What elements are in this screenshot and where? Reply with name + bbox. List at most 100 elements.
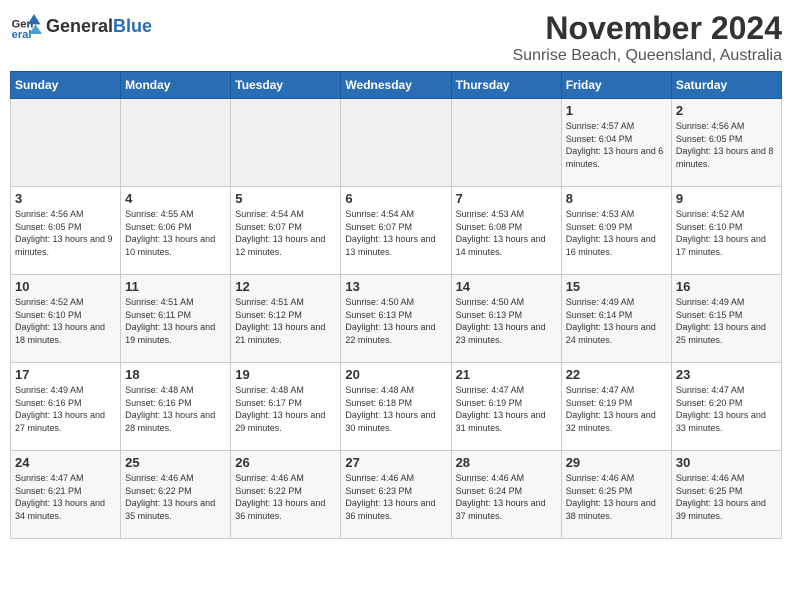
calendar-cell: 25Sunrise: 4:46 AMSunset: 6:22 PMDayligh… xyxy=(121,451,231,539)
info-line: Sunrise: 4:48 AM xyxy=(235,385,304,395)
calendar-cell: 21Sunrise: 4:47 AMSunset: 6:19 PMDayligh… xyxy=(451,363,561,451)
info-line: Daylight: 13 hours and 33 minutes. xyxy=(676,410,766,433)
info-line: Sunset: 6:16 PM xyxy=(125,398,192,408)
info-line: Sunrise: 4:53 AM xyxy=(566,209,635,219)
info-line: Sunrise: 4:46 AM xyxy=(235,473,304,483)
info-line: Sunrise: 4:54 AM xyxy=(235,209,304,219)
calendar-week-3: 10Sunrise: 4:52 AMSunset: 6:10 PMDayligh… xyxy=(11,275,782,363)
info-line: Daylight: 13 hours and 29 minutes. xyxy=(235,410,325,433)
info-line: Sunset: 6:20 PM xyxy=(676,398,743,408)
calendar-cell: 8Sunrise: 4:53 AMSunset: 6:09 PMDaylight… xyxy=(561,187,671,275)
day-number: 4 xyxy=(125,191,226,206)
info-line: Sunrise: 4:47 AM xyxy=(456,385,525,395)
day-number: 8 xyxy=(566,191,667,206)
info-line: Sunset: 6:12 PM xyxy=(235,310,302,320)
info-line: Sunset: 6:07 PM xyxy=(235,222,302,232)
info-line: Sunset: 6:06 PM xyxy=(125,222,192,232)
info-line: Sunset: 6:05 PM xyxy=(15,222,82,232)
info-line: Daylight: 13 hours and 19 minutes. xyxy=(125,322,215,345)
day-info: Sunrise: 4:47 AM Sunset: 6:21 PM Daylight:… xyxy=(15,472,116,522)
info-line: Sunset: 6:08 PM xyxy=(456,222,523,232)
day-info: Sunrise: 4:57 AMSunset: 6:04 PMDaylight:… xyxy=(566,120,667,170)
info-line: Sunrise: 4:49 AM xyxy=(15,385,84,395)
info-line: Sunset: 6:25 PM xyxy=(566,486,633,496)
info-line: Sunrise: 4:47 AM xyxy=(566,385,635,395)
info-line: Sunrise: 4:50 AM xyxy=(345,297,414,307)
info-line: Sunrise: 4:49 AM xyxy=(566,297,635,307)
info-line: Sunrise: 4:52 AM xyxy=(676,209,745,219)
calendar-cell: 30Sunrise: 4:46 AMSunset: 6:25 PMDayligh… xyxy=(671,451,781,539)
calendar-cell: 10Sunrise: 4:52 AMSunset: 6:10 PMDayligh… xyxy=(11,275,121,363)
info-line: Sunrise: 4:47 AM xyxy=(15,473,84,483)
day-info: Sunrise: 4:48 AMSunset: 6:16 PMDaylight:… xyxy=(125,384,226,434)
info-line: Sunset: 6:25 PM xyxy=(676,486,743,496)
info-line: Sunset: 6:23 PM xyxy=(345,486,412,496)
day-info: Sunrise: 4:48 AM Sunset: 6:17 PM Daylight:… xyxy=(235,384,336,434)
info-line: Sunrise: 4:55 AM xyxy=(125,209,194,219)
day-info: Sunrise: 4:46 AMSunset: 6:24 PMDaylight:… xyxy=(456,472,557,522)
day-number: 24 xyxy=(15,455,116,470)
day-number: 12 xyxy=(235,279,336,294)
info-line: Sunset: 6:17 PM xyxy=(235,398,302,408)
calendar-cell: 24 Sunrise: 4:47 AM Sunset: 6:21 PM Dayligh… xyxy=(11,451,121,539)
day-number: 28 xyxy=(456,455,557,470)
day-number: 17 xyxy=(15,367,116,382)
info-line: Sunset: 6:05 PM xyxy=(676,134,743,144)
info-line: Sunset: 6:19 PM xyxy=(566,398,633,408)
info-line: Daylight: 13 hours and 16 minutes. xyxy=(566,234,656,257)
info-line: Sunrise: 4:46 AM xyxy=(566,473,635,483)
month-title: November 2024 xyxy=(513,10,783,47)
calendar-cell xyxy=(451,99,561,187)
info-line: Sunset: 6:15 PM xyxy=(676,310,743,320)
info-line: Daylight: 13 hours and 6 minutes. xyxy=(566,146,664,169)
day-info: Sunrise: 4:46 AMSunset: 6:25 PMDaylight:… xyxy=(676,472,777,522)
day-number: 14 xyxy=(456,279,557,294)
info-line: Sunset: 6:18 PM xyxy=(345,398,412,408)
calendar-cell: 18Sunrise: 4:48 AMSunset: 6:16 PMDayligh… xyxy=(121,363,231,451)
info-line: Sunrise: 4:46 AM xyxy=(456,473,525,483)
day-number: 26 xyxy=(235,455,336,470)
day-info: Sunrise: 4:48 AMSunset: 6:18 PMDaylight:… xyxy=(345,384,446,434)
day-info: Sunrise: 4:46 AMSunset: 6:23 PMDaylight:… xyxy=(345,472,446,522)
day-info: Sunrise: 4:52 AMSunset: 6:10 PMDaylight:… xyxy=(15,296,116,346)
info-line: Daylight: 13 hours and 34 minutes. xyxy=(15,498,105,521)
day-info: Sunrise: 4:51 AMSunset: 6:11 PMDaylight:… xyxy=(125,296,226,346)
day-number: 6 xyxy=(345,191,446,206)
column-header-wednesday: Wednesday xyxy=(341,72,451,99)
day-info: Sunrise: 4:54 AMSunset: 6:07 PMDaylight:… xyxy=(235,208,336,258)
calendar-cell: 13 Sunrise: 4:50 AM Sunset: 6:13 PM Dayligh… xyxy=(341,275,451,363)
calendar-cell: 29Sunrise: 4:46 AMSunset: 6:25 PMDayligh… xyxy=(561,451,671,539)
info-line: Daylight: 13 hours and 10 minutes. xyxy=(125,234,215,257)
info-line: Sunrise: 4:56 AM xyxy=(676,121,745,131)
column-header-sunday: Sunday xyxy=(11,72,121,99)
calendar-cell: 7Sunrise: 4:53 AMSunset: 6:08 PMDaylight… xyxy=(451,187,561,275)
calendar-cell: 11Sunrise: 4:51 AMSunset: 6:11 PMDayligh… xyxy=(121,275,231,363)
info-line: Sunset: 6:13 PM xyxy=(345,310,412,320)
title-block: November 2024 Sunrise Beach, Queensland,… xyxy=(513,10,783,65)
calendar-table: SundayMondayTuesdayWednesdayThursdayFrid… xyxy=(10,71,782,539)
calendar-cell: 20Sunrise: 4:48 AMSunset: 6:18 PMDayligh… xyxy=(341,363,451,451)
info-line: Sunset: 6:21 PM xyxy=(15,486,82,496)
column-header-tuesday: Tuesday xyxy=(231,72,341,99)
info-line: Sunset: 6:07 PM xyxy=(345,222,412,232)
day-info: Sunrise: 4:49 AMSunset: 6:14 PMDaylight:… xyxy=(566,296,667,346)
calendar-cell: 12Sunrise: 4:51 AMSunset: 6:12 PMDayligh… xyxy=(231,275,341,363)
day-number: 3 xyxy=(15,191,116,206)
logo-icon: Gen eral xyxy=(10,10,42,42)
calendar-cell: 23Sunrise: 4:47 AMSunset: 6:20 PMDayligh… xyxy=(671,363,781,451)
info-line: Daylight: 13 hours and 22 minutes. xyxy=(345,322,435,345)
info-line: Sunrise: 4:51 AM xyxy=(125,297,194,307)
calendar-week-5: 24 Sunrise: 4:47 AM Sunset: 6:21 PM Dayligh… xyxy=(11,451,782,539)
day-number: 2 xyxy=(676,103,777,118)
day-info: Sunrise: 4:52 AMSunset: 6:10 PMDaylight:… xyxy=(676,208,777,258)
calendar-cell: 22Sunrise: 4:47 AMSunset: 6:19 PMDayligh… xyxy=(561,363,671,451)
day-number: 13 xyxy=(345,279,446,294)
info-line: Sunrise: 4:53 AM xyxy=(456,209,525,219)
calendar-cell: 17Sunrise: 4:49 AMSunset: 6:16 PMDayligh… xyxy=(11,363,121,451)
calendar-cell: 26Sunrise: 4:46 AMSunset: 6:22 PMDayligh… xyxy=(231,451,341,539)
info-line: Sunrise: 4:46 AM xyxy=(345,473,414,483)
info-line: Sunrise: 4:52 AM xyxy=(15,297,84,307)
info-line: Sunset: 6:16 PM xyxy=(15,398,82,408)
logo-blue: Blue xyxy=(113,16,152,36)
info-line: Sunrise: 4:56 AM xyxy=(15,209,84,219)
